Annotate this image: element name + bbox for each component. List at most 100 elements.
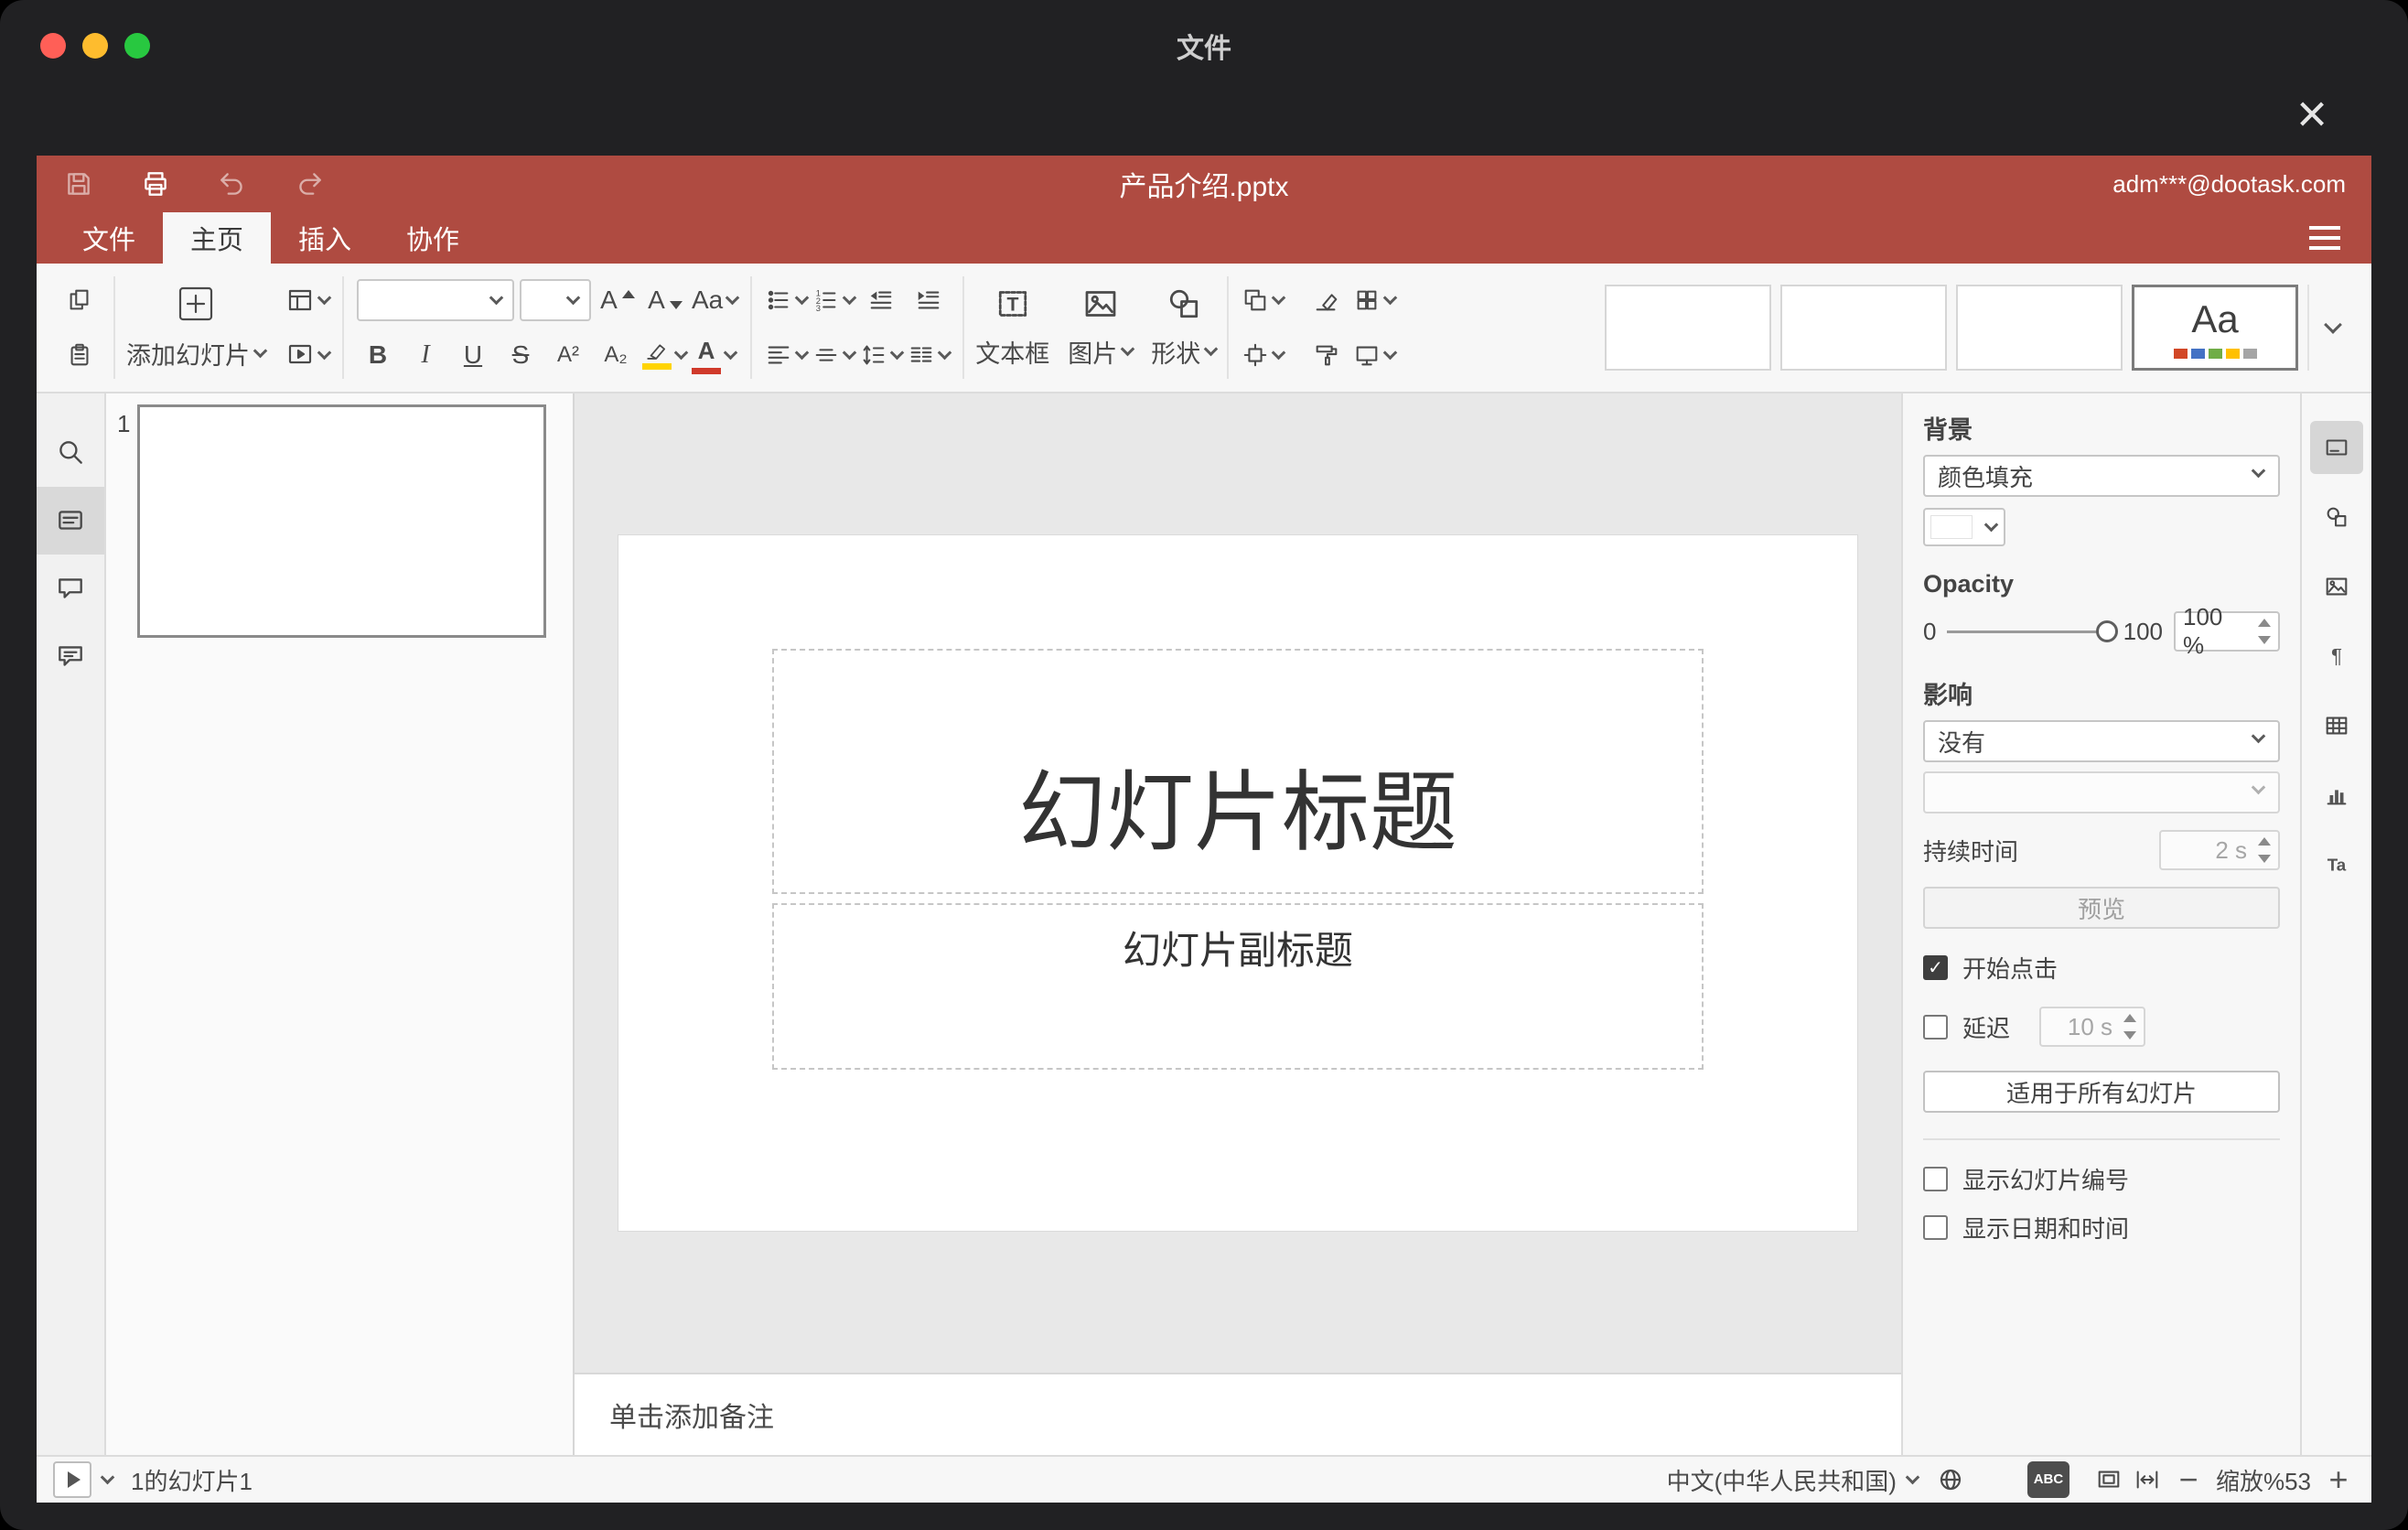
- bold-button[interactable]: B: [357, 332, 399, 378]
- close-icon[interactable]: ×: [2296, 88, 2327, 141]
- delay-checkbox[interactable]: [1923, 1014, 1948, 1040]
- slide[interactable]: 幻灯片标题 幻灯片副标题: [618, 534, 1858, 1232]
- start-slideshow-status-icon[interactable]: [53, 1461, 91, 1498]
- chart-settings-icon[interactable]: [2310, 769, 2363, 822]
- vertical-align-icon[interactable]: [812, 332, 857, 378]
- menu-icon[interactable]: [2296, 212, 2353, 264]
- notes-area[interactable]: 单击添加备注: [575, 1373, 1901, 1455]
- increase-font-icon[interactable]: A: [597, 277, 639, 323]
- language-selector[interactable]: 中文(中华人民共和国): [1667, 1463, 1897, 1497]
- show-slide-number-checkbox[interactable]: [1923, 1167, 1948, 1191]
- title-placeholder[interactable]: 幻灯片标题: [772, 649, 1704, 894]
- superscript-button[interactable]: A²: [547, 332, 589, 378]
- horizontal-align-icon[interactable]: [765, 332, 810, 378]
- delay-input[interactable]: 10 s: [2039, 1007, 2146, 1047]
- clear-style-icon[interactable]: [1306, 277, 1348, 323]
- svg-text:T: T: [1006, 294, 1018, 316]
- set-language-icon[interactable]: [1936, 1465, 1965, 1494]
- theme-tile-1[interactable]: [1605, 285, 1771, 371]
- underline-button[interactable]: U: [452, 332, 494, 378]
- effect-select[interactable]: 没有: [1923, 720, 2280, 762]
- apply-to-all-button[interactable]: 适用于所有幻灯片: [1923, 1071, 2280, 1113]
- theme-tile-selected[interactable]: Aa: [2132, 285, 2298, 371]
- save-icon[interactable]: [62, 167, 95, 200]
- subtitle-placeholder[interactable]: 幻灯片副标题: [772, 903, 1704, 1070]
- insert-image-button[interactable]: 图片: [1059, 264, 1142, 392]
- undo-icon[interactable]: [216, 167, 249, 200]
- decrease-indent-icon[interactable]: [860, 277, 902, 323]
- line-spacing-icon[interactable]: [860, 332, 905, 378]
- opacity-slider[interactable]: [1947, 620, 2118, 642]
- decrease-font-icon[interactable]: A: [644, 277, 686, 323]
- align-shapes-icon[interactable]: [1242, 332, 1286, 378]
- preview-button[interactable]: 预览: [1923, 887, 2280, 929]
- theme-gallery: Aa: [1605, 264, 2360, 392]
- slide-thumbnail[interactable]: [137, 404, 546, 638]
- effect-variant-select[interactable]: [1923, 771, 2280, 813]
- slide-size-icon[interactable]: [1353, 332, 1398, 378]
- close-traffic-button[interactable]: [40, 33, 66, 59]
- duration-input[interactable]: 2 s: [2159, 830, 2280, 870]
- tab-file[interactable]: 文件: [55, 212, 163, 264]
- opacity-input[interactable]: 100 %: [2174, 603, 2280, 659]
- color-scheme-icon[interactable]: [1353, 277, 1398, 323]
- header-top-row: 产品介绍.pptx adm***@dootask.com: [37, 156, 2371, 212]
- fill-type-select[interactable]: 颜色填充: [1923, 455, 2280, 497]
- theme-tile-2[interactable]: [1780, 285, 1947, 371]
- paste-icon[interactable]: [59, 332, 101, 378]
- redo-icon[interactable]: [293, 167, 326, 200]
- fit-slide-icon[interactable]: [2095, 1466, 2123, 1493]
- numbering-icon[interactable]: 123: [812, 277, 857, 323]
- copy-icon[interactable]: [59, 277, 101, 323]
- table-settings-icon[interactable]: [2310, 699, 2363, 752]
- insert-shape-button[interactable]: 形状: [1142, 264, 1225, 392]
- subscript-button[interactable]: A₂: [595, 332, 637, 378]
- print-icon[interactable]: [139, 167, 172, 200]
- insert-textbox-button[interactable]: T 文本框: [966, 264, 1059, 392]
- theme-tile-3[interactable]: [1956, 285, 2123, 371]
- increase-indent-icon[interactable]: [908, 277, 950, 323]
- slideshow-options-chevron-icon[interactable]: [100, 1470, 115, 1484]
- language-chevron-icon[interactable]: [1905, 1470, 1920, 1484]
- columns-icon[interactable]: [908, 332, 952, 378]
- strikethrough-button[interactable]: S: [500, 332, 542, 378]
- font-size-combo[interactable]: [520, 279, 591, 321]
- shape-label: 形状: [1151, 340, 1201, 368]
- add-slide-button[interactable]: 添加幻灯片: [117, 264, 274, 392]
- minimize-traffic-button[interactable]: [82, 33, 108, 59]
- tab-collaboration[interactable]: 协作: [379, 212, 487, 264]
- zoom-in-button[interactable]: +: [2322, 1460, 2355, 1499]
- paragraph-settings-icon[interactable]: ¶: [2310, 630, 2363, 683]
- shape-settings-icon[interactable]: [2310, 490, 2363, 544]
- tab-home[interactable]: 主页: [163, 212, 272, 264]
- opacity-slider-knob[interactable]: [2095, 620, 2118, 642]
- tab-insert[interactable]: 插入: [271, 212, 379, 264]
- italic-button[interactable]: I: [404, 332, 446, 378]
- font-color-icon[interactable]: A: [692, 332, 738, 378]
- theme-gallery-expand-icon[interactable]: [2307, 285, 2357, 371]
- background-color-select[interactable]: [1923, 508, 2005, 546]
- font-name-combo[interactable]: [357, 279, 514, 321]
- slides-panel-icon[interactable]: [37, 487, 104, 555]
- comments-icon[interactable]: [37, 555, 104, 622]
- maximize-traffic-button[interactable]: [124, 33, 150, 59]
- change-layout-icon[interactable]: [285, 277, 332, 323]
- main-area: 1 幻灯片标题 幻灯片副标题 单击添加备注 背景 颜色填充 Opacity 0 …: [37, 393, 2371, 1455]
- slide-settings-icon[interactable]: [2310, 421, 2363, 474]
- textart-settings-icon[interactable]: Ta: [2310, 838, 2363, 891]
- zoom-out-button[interactable]: −: [2172, 1460, 2205, 1499]
- bullets-icon[interactable]: [765, 277, 810, 323]
- spellcheck-icon[interactable]: ABC: [2026, 1461, 2069, 1498]
- search-icon[interactable]: [37, 419, 104, 487]
- panel-divider: [1923, 1138, 2280, 1140]
- image-settings-icon[interactable]: [2310, 560, 2363, 613]
- highlight-color-icon[interactable]: [642, 332, 689, 378]
- copy-style-icon[interactable]: [1306, 332, 1348, 378]
- start-on-click-checkbox[interactable]: ✓: [1923, 955, 1948, 980]
- fit-width-icon[interactable]: [2134, 1466, 2161, 1493]
- change-case-icon[interactable]: Aa: [692, 277, 740, 323]
- show-date-time-checkbox[interactable]: [1923, 1215, 1948, 1240]
- arrange-shapes-icon[interactable]: [1242, 277, 1286, 323]
- feedback-icon[interactable]: [37, 622, 104, 690]
- start-slideshow-icon[interactable]: [285, 332, 332, 378]
